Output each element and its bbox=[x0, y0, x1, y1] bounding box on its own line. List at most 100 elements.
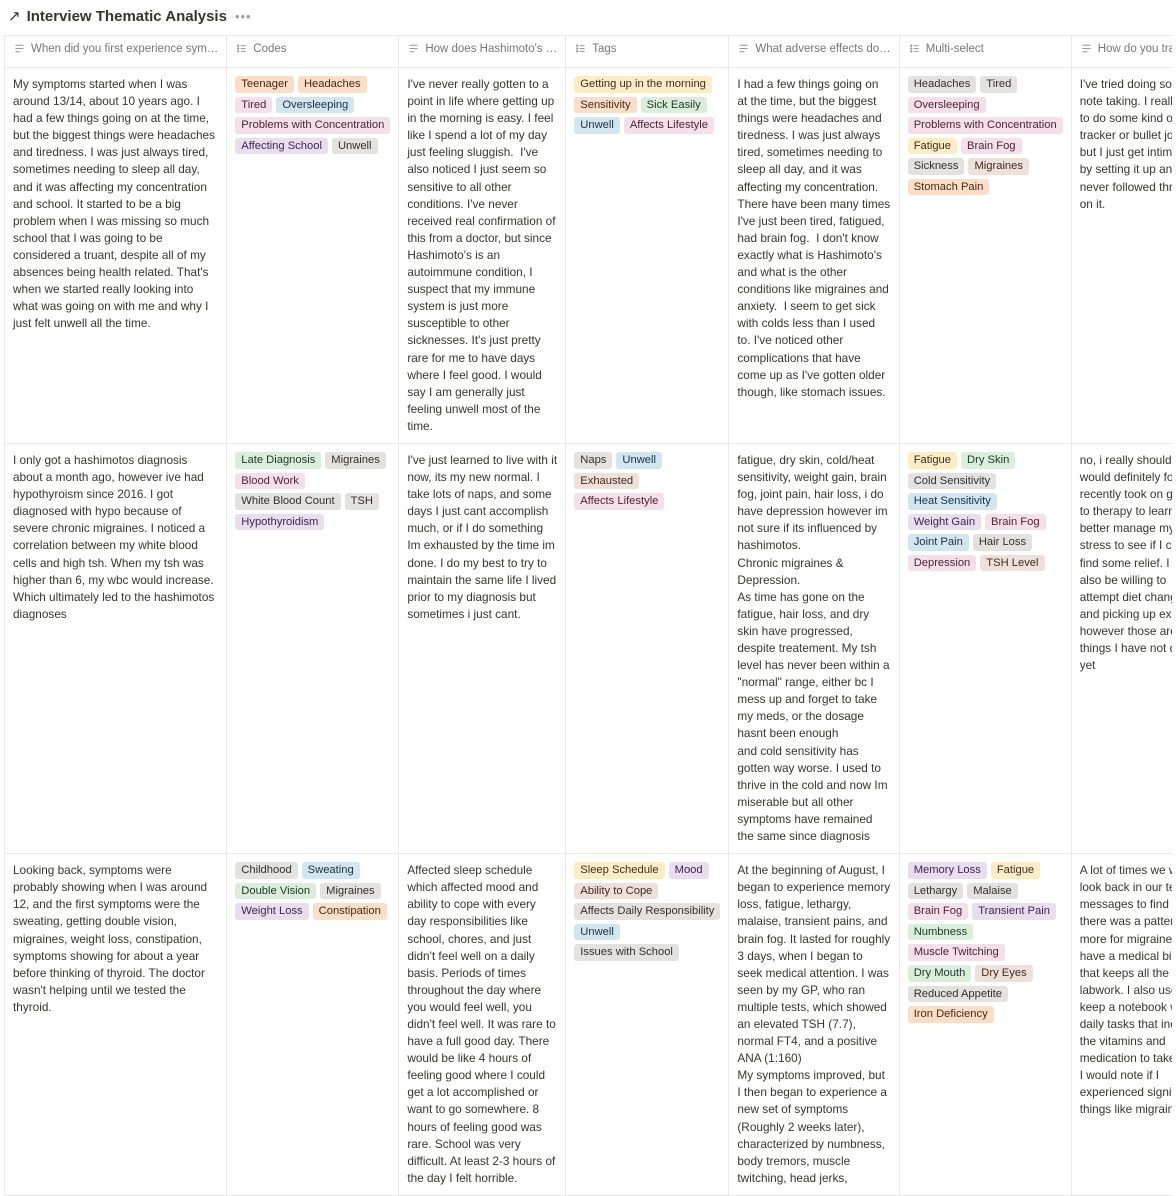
multi-select-icon bbox=[235, 42, 248, 55]
table-header-row: When did you first experience sym… Codes H… bbox=[5, 36, 1173, 68]
column-header[interactable]: What adverse effects do… bbox=[729, 36, 899, 68]
text-cell[interactable]: I had a few things going on at the time,… bbox=[729, 68, 899, 444]
tag-pill: Affects Daily Responsibility bbox=[574, 903, 720, 920]
multi-select-cell[interactable]: Memory LossFatigueLethargyMalaiseBrain F… bbox=[899, 854, 1071, 1196]
tag-pill: Migraines bbox=[320, 883, 381, 900]
tag-pill: Sensitivity bbox=[574, 97, 636, 114]
tag-pill: Tired bbox=[235, 97, 272, 114]
tag-pill: Depression bbox=[908, 555, 977, 572]
multi-select-cell[interactable]: TeenagerHeadachesTiredOversleepingProble… bbox=[227, 68, 399, 444]
text-property-icon bbox=[407, 42, 420, 55]
tag-pill: Lethargy bbox=[908, 883, 964, 900]
multi-select-cell[interactable]: Sleep Schedule Mood Ability to Cope Affects… bbox=[566, 854, 729, 1196]
tag-pill: Affects Lifestyle bbox=[574, 493, 664, 510]
text-cell[interactable]: I've just learned to live with it now, i… bbox=[399, 443, 566, 853]
column-header-label: Tags bbox=[592, 43, 616, 55]
column-header[interactable]: When did you first experience sym… bbox=[5, 36, 227, 68]
text-cell[interactable]: A lot of times we would look back in our… bbox=[1071, 854, 1172, 1196]
tag-pill: Reduced Appetite bbox=[908, 986, 1008, 1003]
text-cell[interactable]: Affected sleep schedule which affected m… bbox=[399, 854, 566, 1196]
tag-pill: Malaise bbox=[967, 883, 1018, 900]
tag-pill: Iron Deficiency bbox=[908, 1006, 994, 1023]
tag-pill: TSH bbox=[345, 493, 379, 510]
page-title[interactable]: Interview Thematic Analysis bbox=[27, 8, 227, 25]
text-cell[interactable]: fatigue, dry skin, cold/heat sensitivity… bbox=[729, 443, 899, 853]
multi-select-icon bbox=[574, 42, 587, 55]
column-header-label: Multi-select bbox=[926, 43, 984, 55]
text-cell[interactable]: no, i really should but I would definite… bbox=[1071, 443, 1172, 853]
text-cell[interactable]: I've never really gotten to a point in l… bbox=[399, 68, 566, 444]
tag-pill: Affects Lifestyle bbox=[624, 117, 714, 134]
text-property-icon bbox=[737, 42, 750, 55]
tag-pill: Getting up in the morning bbox=[574, 76, 712, 93]
text-cell[interactable]: Looking back, symptoms were probably sho… bbox=[5, 854, 227, 1196]
text-cell[interactable]: At the beginning of August, I began to e… bbox=[729, 854, 899, 1196]
tag-pill: Sickness bbox=[908, 158, 965, 175]
page-title-row: ↗ Interview Thematic Analysis ••• bbox=[4, 6, 1172, 35]
multi-select-cell[interactable]: NapsUnwell Exhausted Affects Lifestyle bbox=[566, 443, 729, 853]
tag-pill: Fatigue bbox=[991, 862, 1040, 879]
table-body: My symptoms started when I was around 13… bbox=[5, 68, 1173, 1196]
tag-pill: Problems with Concentration bbox=[908, 117, 1063, 134]
database-table: When did you first experience sym… Codes H… bbox=[4, 35, 1172, 1196]
tag-pill: Mood bbox=[669, 862, 709, 879]
column-header-label: How does Hashimoto's … bbox=[425, 43, 557, 55]
column-header[interactable]: How do you track y… bbox=[1071, 36, 1172, 68]
multi-select-cell[interactable]: Late DiagnosisMigrainesBlood WorkWhite B… bbox=[227, 443, 399, 853]
text-cell[interactable]: I've tried doing some note taking. I rea… bbox=[1071, 68, 1172, 444]
tag-pill: Constipation bbox=[313, 903, 387, 920]
tag-pill: Oversleeping bbox=[276, 97, 354, 114]
column-header-label: What adverse effects do… bbox=[755, 43, 890, 55]
text-cell[interactable]: I only got a hashimotos diagnosis about … bbox=[5, 443, 227, 853]
tag-pill: Unwell bbox=[574, 117, 620, 134]
tag-pill: Exhausted bbox=[574, 473, 639, 490]
tag-pill: Dry Eyes bbox=[975, 965, 1032, 982]
tag-pill: Memory Loss bbox=[908, 862, 987, 879]
multi-select-cell[interactable]: FatigueDry SkinCold SensitivityHeat Sens… bbox=[899, 443, 1071, 853]
tag-pill: TSH Level bbox=[980, 555, 1044, 572]
tag-pill: Brain Fog bbox=[961, 138, 1022, 155]
multi-select-cell[interactable]: HeadachesTiredOversleepingProblems with … bbox=[899, 68, 1071, 444]
tag-pill: Unwell bbox=[616, 452, 662, 469]
multi-select-cell[interactable]: Getting up in the morningSensitivitySick… bbox=[566, 68, 729, 444]
tag-pill: Hypothyroidism bbox=[235, 514, 324, 531]
column-header[interactable]: Tags bbox=[566, 36, 729, 68]
tag-pill: Teenager bbox=[235, 76, 294, 93]
tag-pill: Migraines bbox=[968, 158, 1029, 175]
tag-pill: Weight Loss bbox=[235, 903, 308, 920]
database-table-wrap: When did you first experience sym… Codes H… bbox=[4, 35, 1172, 1196]
column-header[interactable]: Multi-select bbox=[899, 36, 1071, 68]
column-header-label: Codes bbox=[253, 43, 286, 55]
tag-pill: Muscle Twitching bbox=[908, 944, 1005, 961]
tag-pill: Naps bbox=[574, 452, 612, 469]
tag-pill: Joint Pain bbox=[908, 534, 969, 551]
tag-pill: Weight Gain bbox=[908, 514, 981, 531]
tag-pill: Unwell bbox=[574, 924, 620, 941]
text-cell[interactable]: My symptoms started when I was around 13… bbox=[5, 68, 227, 444]
tag-pill: Fatigue bbox=[908, 138, 957, 155]
tag-pill: Dry Mouth bbox=[908, 965, 972, 982]
multi-select-cell[interactable]: Childhood Sweating Double VisionMigraines W… bbox=[227, 854, 399, 1196]
tag-pill: Issues with School bbox=[574, 944, 679, 961]
column-header-label: How do you track y… bbox=[1098, 43, 1172, 55]
tag-pill: Childhood bbox=[235, 862, 297, 879]
tag-pill: Cold Sensitivity bbox=[908, 473, 996, 490]
tag-pill: Dry Skin bbox=[961, 452, 1015, 469]
more-actions-icon[interactable]: ••• bbox=[233, 9, 252, 24]
column-header[interactable]: How does Hashimoto's … bbox=[399, 36, 566, 68]
text-property-icon bbox=[1080, 42, 1093, 55]
tag-pill: Tired bbox=[980, 76, 1017, 93]
tag-pill: Brain Fog bbox=[985, 514, 1046, 531]
tag-pill: Ability to Cope bbox=[574, 883, 658, 900]
table-row[interactable]: I only got a hashimotos diagnosis about … bbox=[5, 443, 1173, 853]
tag-pill: Oversleeping bbox=[908, 97, 986, 114]
table-row[interactable]: Looking back, symptoms were probably sho… bbox=[5, 854, 1173, 1196]
column-header[interactable]: Codes bbox=[227, 36, 399, 68]
tag-pill: Sleep Schedule bbox=[574, 862, 664, 879]
open-as-page-icon[interactable]: ↗ bbox=[8, 9, 21, 24]
column-header-label: When did you first experience sym… bbox=[31, 43, 218, 55]
tag-pill: Sweating bbox=[302, 862, 360, 879]
tag-pill: Double Vision bbox=[235, 883, 316, 900]
table-row[interactable]: My symptoms started when I was around 13… bbox=[5, 68, 1173, 444]
tag-pill: Problems with Concentration bbox=[235, 117, 390, 134]
